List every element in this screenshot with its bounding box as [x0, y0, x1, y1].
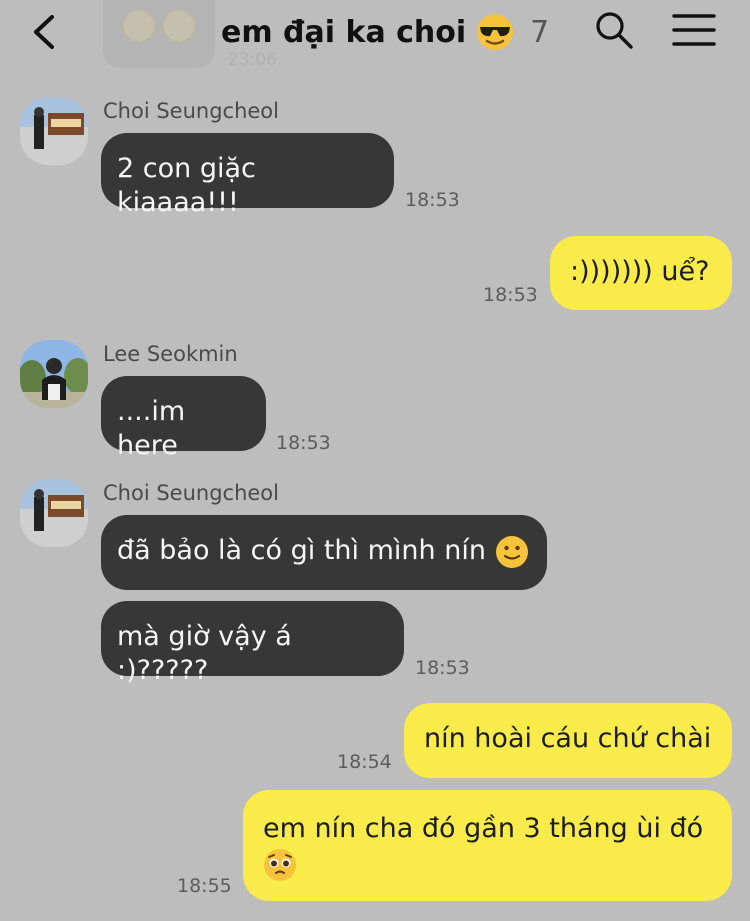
faded-emoji-icon — [122, 9, 156, 43]
message-bubble[interactable]: ....im here — [101, 376, 266, 461]
message-bubble[interactable]: 2 con giặc kiaaaa!!! — [101, 133, 394, 218]
message-bubble[interactable]: :))))))) uể? — [550, 236, 732, 310]
previous-message-time: 23:06 — [228, 50, 277, 70]
pleading-face-emoji-icon — [264, 849, 296, 881]
previous-message-bubble — [103, 0, 215, 68]
avatar-photo-icon — [20, 97, 88, 165]
avatar-photo-icon — [20, 340, 88, 408]
menu-icon[interactable] — [672, 13, 716, 47]
back-icon[interactable] — [28, 14, 62, 50]
sender-name: Lee Seokmin — [103, 342, 238, 366]
message-time: 18:53 — [483, 284, 538, 306]
avatar-photo-icon — [20, 479, 88, 547]
slight-smile-emoji-icon — [495, 535, 528, 568]
message-text: em nín cha đó gần 3 tháng ùi đó — [263, 813, 704, 844]
chat-title-text: em đại ka choi — [221, 14, 467, 50]
faded-emoji-icon — [162, 9, 196, 43]
message-bubble[interactable]: đã bảo là có gì thì mình nín — [101, 515, 547, 590]
message-time: 18:54 — [337, 751, 392, 773]
message-time: 18:55 — [177, 875, 232, 897]
sender-name: Choi Seungcheol — [103, 99, 279, 123]
sunglasses-emoji-icon — [477, 14, 514, 50]
avatar-lee-seokmin[interactable] — [20, 340, 88, 408]
search-icon[interactable] — [594, 10, 634, 50]
sender-name: Choi Seungcheol — [103, 481, 279, 505]
chat-title[interactable]: em đại ka choi 7 — [221, 10, 549, 54]
message-bubble[interactable]: mà giờ vậy á :)????? — [101, 601, 404, 686]
message-text: đã bảo là có gì thì mình nín — [117, 535, 486, 566]
avatar-choi-seungcheol[interactable] — [20, 97, 88, 165]
message-bubble[interactable]: em nín cha đó gần 3 tháng ùi đó — [243, 790, 732, 901]
message-time: 18:53 — [415, 657, 470, 679]
message-time: 18:53 — [405, 189, 460, 211]
avatar-choi-seungcheol[interactable] — [20, 479, 88, 547]
message-time: 18:53 — [276, 432, 331, 454]
member-count: 7 — [530, 14, 550, 50]
message-bubble[interactable]: nín hoài cáu chứ chài — [404, 703, 732, 778]
